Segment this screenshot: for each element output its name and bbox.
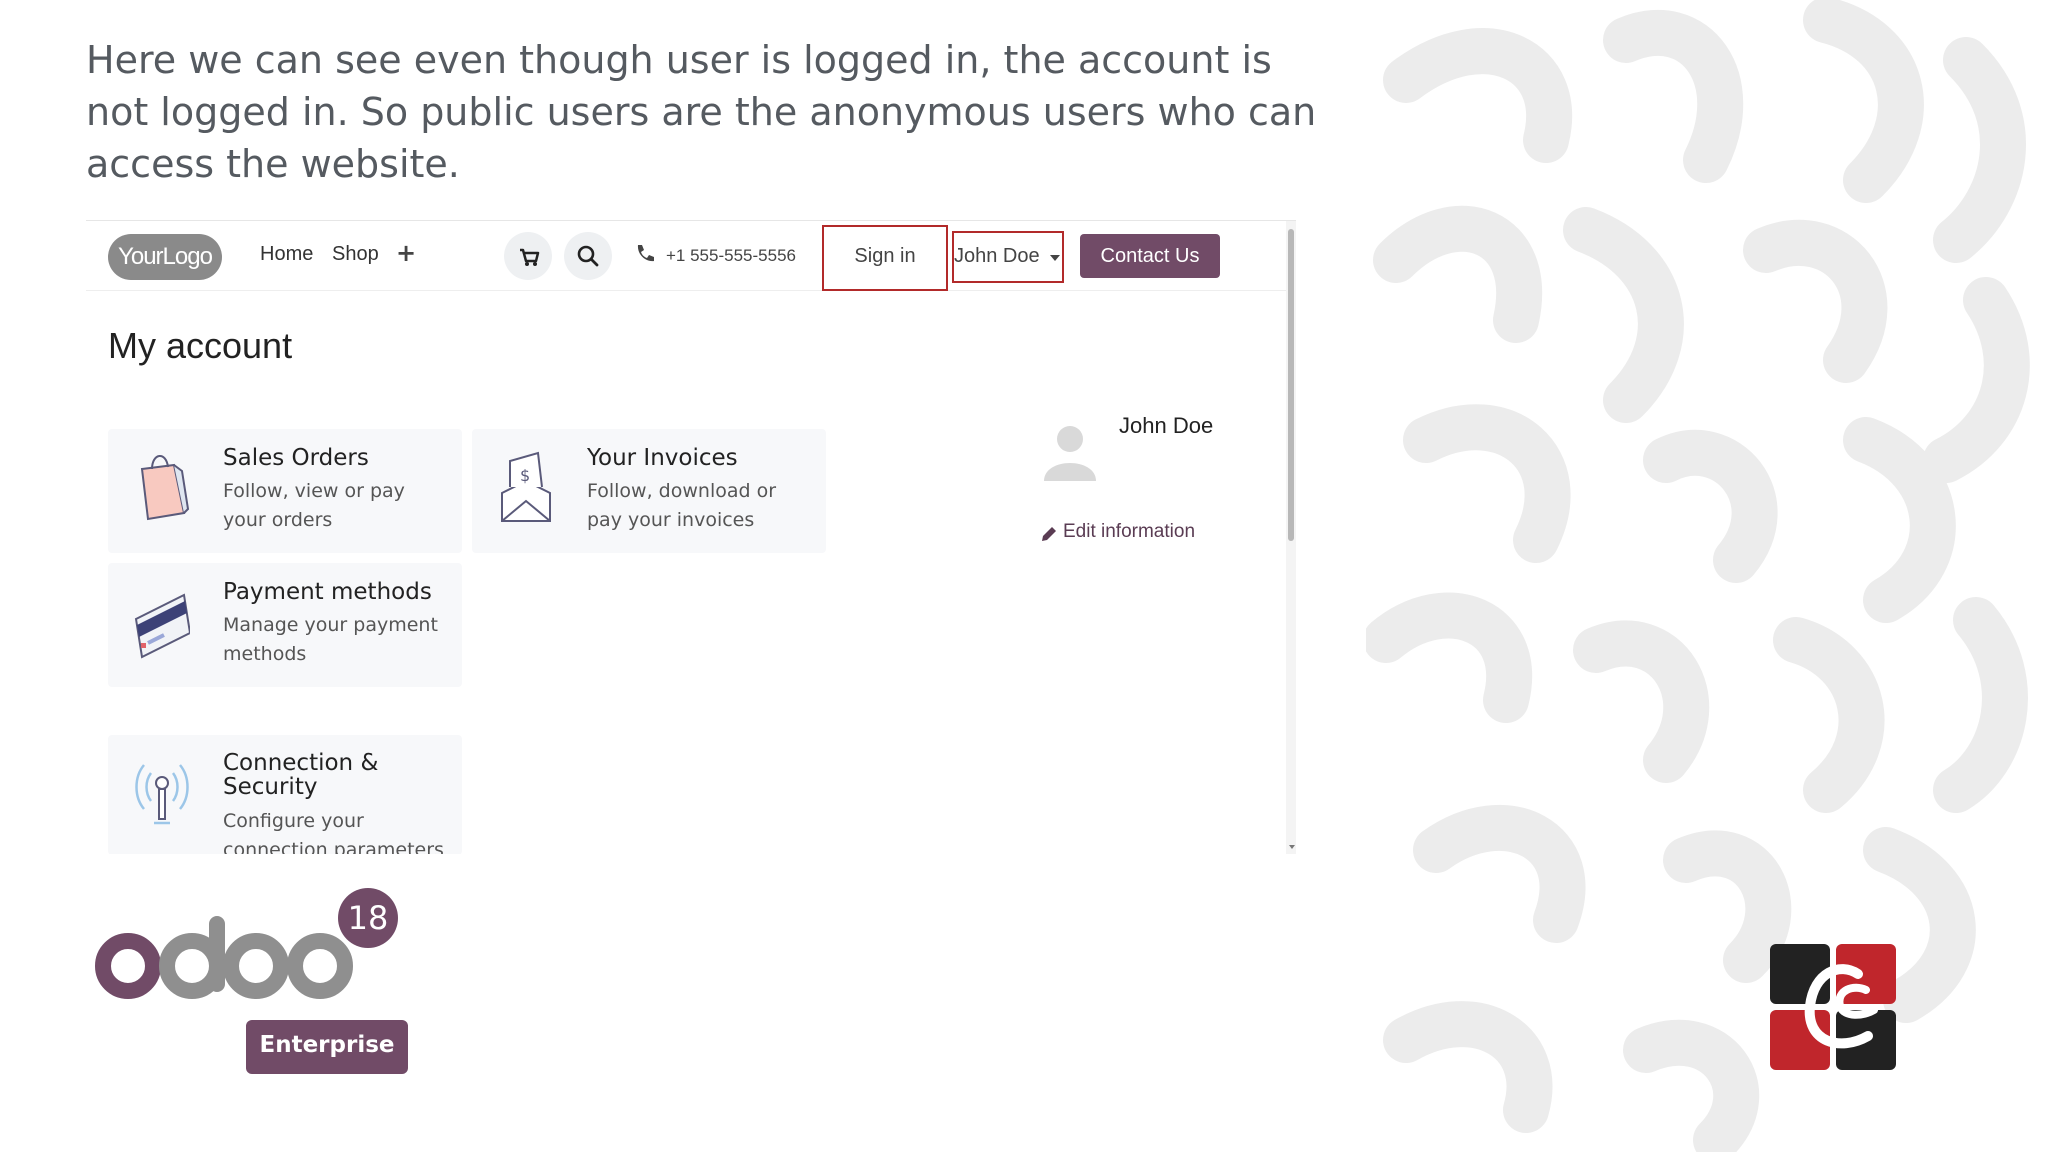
scrollbar-thumb[interactable] (1288, 229, 1294, 541)
card-description: Configure your connection parameters (223, 810, 444, 854)
decorative-pattern (1366, 0, 2030, 1152)
your-invoices-card[interactable]: $ Your Invoices Follow, download or pay … (472, 429, 826, 553)
card-description: Manage your payment methods (223, 614, 438, 665)
search-icon (577, 245, 599, 267)
enterprise-badge: Enterprise (246, 1020, 408, 1074)
contact-us-button[interactable]: Contact Us (1080, 234, 1220, 278)
contact-us-label: Contact Us (1100, 245, 1200, 267)
search-button[interactable] (564, 232, 612, 280)
sign-in-label: Sign in (854, 245, 916, 267)
credit-card-icon (134, 593, 190, 659)
nav-home[interactable]: Home (260, 243, 313, 266)
user-dropdown-label: John Doe (954, 245, 1040, 267)
scroll-down-arrow-icon[interactable] (1289, 845, 1295, 849)
shopping-bag-icon (140, 455, 190, 521)
phone-number[interactable]: +1 555-555-5556 (666, 246, 796, 266)
card-title: Payment methods (223, 579, 432, 605)
website-navbar: YourLogo Home Shop + +1 555-555-5556 Sig… (86, 221, 1286, 291)
website-screenshot: YourLogo Home Shop + +1 555-555-5556 Sig… (86, 220, 1296, 854)
edit-information-link[interactable]: Edit information (1063, 521, 1195, 543)
avatar (1044, 426, 1096, 481)
page-title: My account (108, 325, 293, 366)
profile-name: John Doe (1119, 413, 1214, 438)
card-title: Sales Orders (223, 445, 369, 471)
card-description: Follow, view or pay your orders (223, 480, 405, 531)
scrollbar[interactable] (1286, 221, 1296, 854)
card-title: Connection & Security (223, 750, 379, 800)
card-description: Follow, download or pay your invoices (587, 480, 777, 531)
phone-icon (637, 245, 654, 262)
payment-methods-card[interactable]: Payment methods Manage your payment meth… (108, 563, 462, 687)
slide-caption: Here we can see even though user is logg… (86, 38, 1317, 186)
svg-text:$: $ (520, 466, 530, 485)
logo-text: YourLogo (118, 243, 213, 270)
user-dropdown[interactable]: John Doe (952, 231, 1064, 283)
site-logo[interactable]: YourLogo (108, 234, 222, 280)
version-badge: 18 (348, 899, 389, 937)
sales-orders-card[interactable]: Sales Orders Follow, view or pay your or… (108, 429, 462, 553)
pencil-icon (1042, 527, 1056, 541)
company-logo (1770, 944, 1896, 1070)
card-title: Your Invoices (587, 445, 738, 471)
sign-in-button[interactable]: Sign in (822, 225, 948, 291)
cart-icon (520, 248, 540, 266)
enterprise-label: Enterprise (259, 1032, 395, 1058)
invoice-envelope-icon: $ (501, 451, 551, 522)
plus-icon[interactable]: + (396, 239, 416, 267)
connection-security-card[interactable]: Connection & Security Configure your con… (108, 735, 462, 854)
nav-shop[interactable]: Shop (332, 243, 379, 266)
cart-button[interactable] (504, 232, 552, 280)
antenna-icon (135, 764, 189, 825)
chevron-down-icon (1050, 255, 1060, 261)
